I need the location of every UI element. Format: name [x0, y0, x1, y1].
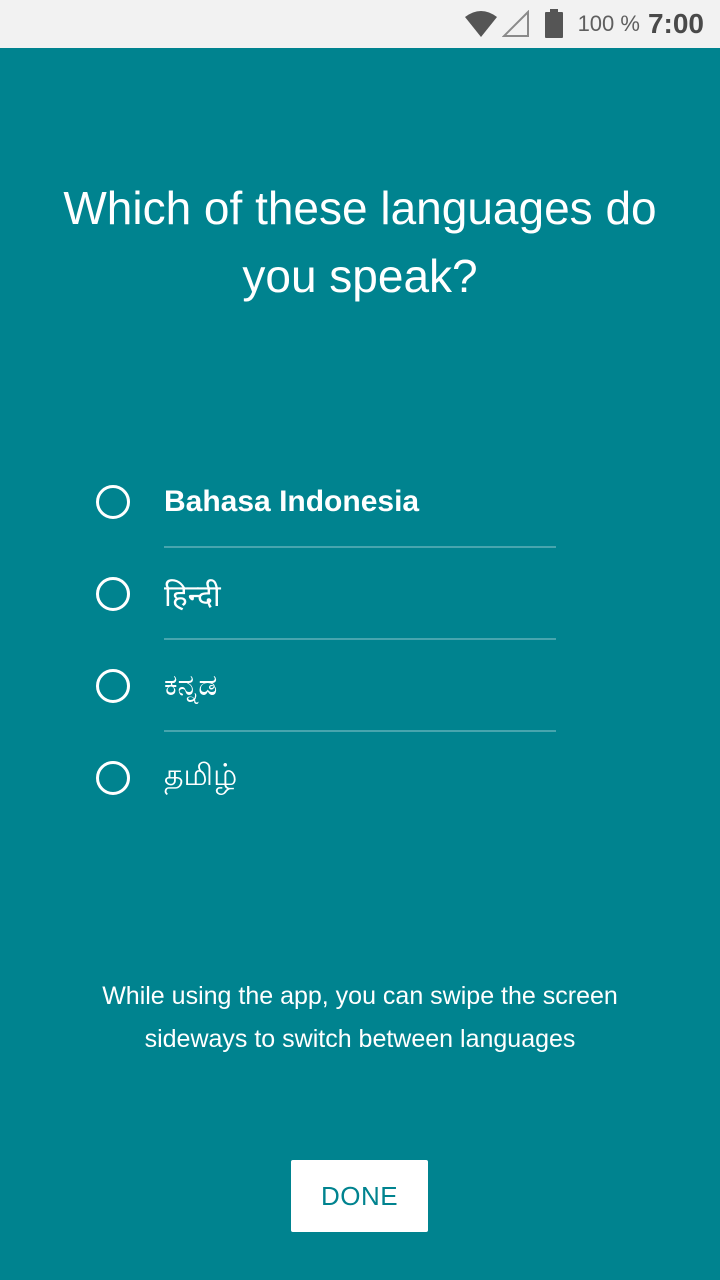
page-title: Which of these languages do you speak? [63, 182, 657, 302]
radio-button-icon[interactable] [96, 577, 130, 611]
language-label: Bahasa Indonesia [164, 485, 420, 518]
wifi-icon [464, 9, 498, 39]
radio-button-icon[interactable] [96, 669, 130, 703]
language-option-kannada[interactable]: ಕನ್ನಡ [94, 640, 556, 732]
battery-icon [544, 9, 564, 39]
language-option-bahasa-indonesia[interactable]: Bahasa Indonesia [94, 456, 556, 548]
clock: 7:00 [647, 8, 704, 39]
language-label: हिन्दी [164, 579, 221, 613]
battery-percentage: 100 % [577, 11, 640, 36]
language-label: தமிழ் [164, 759, 238, 792]
language-option-hindi[interactable]: हिन्दी [94, 548, 556, 640]
language-list: Bahasa Indonesia हिन्दी ಕನ್ನಡ தமிழ் [94, 456, 556, 824]
signal-icon [501, 10, 530, 38]
status-bar: 100 % 7:00 [0, 0, 720, 48]
radio-button-icon[interactable] [96, 485, 130, 519]
status-icons: 100 % 7:00 [464, 0, 704, 48]
radio-button-icon[interactable] [96, 761, 130, 795]
language-selection-screen: 100 % 7:00 Which of these languages do y… [0, 0, 720, 1280]
language-label: ಕನ್ನಡ [164, 669, 218, 702]
done-button[interactable]: DONE [291, 1160, 428, 1232]
language-option-tamil[interactable]: தமிழ் [94, 732, 556, 824]
swipe-hint-text: While using the app, you can swipe the s… [102, 982, 618, 1053]
